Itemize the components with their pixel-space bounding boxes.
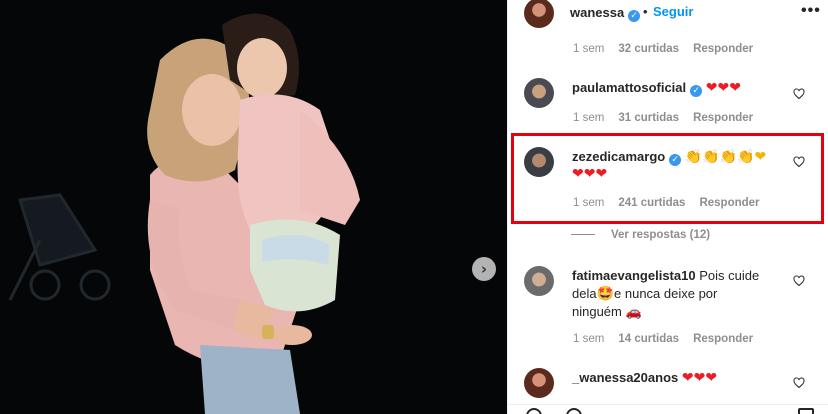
comment-time[interactable]: 1 sem: [573, 112, 604, 124]
reply-button[interactable]: Responder: [693, 43, 753, 55]
comment-body-line3: ninguém: [572, 304, 622, 319]
replies-divider: [571, 234, 595, 236]
view-replies-label: Ver respostas (12): [611, 229, 711, 241]
comment-time[interactable]: 1 sem: [573, 197, 604, 209]
comment-meta: 1 sem 31 curtidas Responder: [573, 112, 767, 124]
reply-button[interactable]: Responder: [693, 333, 753, 345]
commenter-avatar[interactable]: [524, 147, 554, 177]
like-post-icon[interactable]: [526, 408, 542, 414]
comment-body: 👏👏👏👏❤: [684, 149, 767, 165]
comment-body: ❤❤❤: [705, 80, 741, 96]
comment-body: ❤❤❤: [681, 370, 718, 386]
comment-time[interactable]: 1 sem: [573, 43, 604, 55]
comment-meta: 1 sem 14 curtidas Responder: [573, 333, 767, 345]
heart-icon[interactable]: [793, 156, 805, 168]
heart-icon[interactable]: [793, 275, 805, 287]
car-emoji: 🚗: [625, 305, 642, 320]
view-replies-button[interactable]: Ver respostas (12): [571, 229, 710, 241]
commenter-avatar[interactable]: [524, 78, 554, 108]
photo-illustration: [0, 0, 507, 414]
heart-icon[interactable]: [793, 377, 805, 389]
action-bar: [508, 404, 828, 414]
star-struck-emoji: 🤩: [596, 286, 615, 302]
comment-icon[interactable]: [566, 408, 582, 414]
author-avatar[interactable]: [524, 0, 554, 28]
comment-text: _wanessa20anos ❤❤❤: [572, 369, 717, 387]
comments-panel: wanessa ✓ • Seguir ••• 1 sem 32 curtidas Re…: [507, 0, 828, 414]
verified-icon: ✓: [690, 85, 703, 97]
follow-button[interactable]: Seguir: [653, 4, 693, 19]
commenter-username[interactable]: _wanessa20anos: [572, 370, 678, 385]
save-icon[interactable]: [798, 408, 814, 414]
verified-icon: ✓: [628, 10, 641, 22]
comment-time[interactable]: 1 sem: [573, 333, 604, 345]
reply-button[interactable]: Responder: [693, 112, 753, 124]
comment-meta: 1 sem 32 curtidas Responder: [573, 43, 767, 55]
post-photo: ›: [0, 0, 507, 414]
commenter-username[interactable]: zezedicamargo: [572, 149, 665, 164]
comment-likes[interactable]: 32 curtidas: [618, 43, 679, 55]
comment-meta: 1 sem 241 curtidas Responder: [573, 197, 774, 209]
comment-body-line2a: dela: [572, 286, 597, 301]
commenter-avatar[interactable]: [524, 368, 554, 398]
post-header: wanessa ✓ • Seguir •••: [508, 0, 828, 28]
comment-body-line2b: e nunca deixe por: [614, 286, 718, 301]
header-separator: •: [643, 4, 648, 19]
more-options-icon[interactable]: •••: [801, 2, 821, 20]
commenter-avatar[interactable]: [524, 266, 554, 296]
verified-icon: ✓: [669, 154, 682, 166]
comment-text: fatimaevangelista10 Pois cuide dela🤩e nu…: [572, 267, 782, 322]
comment-body-line2: ❤❤❤: [572, 166, 608, 182]
comment-text-line2: ❤❤❤: [572, 165, 607, 183]
comment-text: paulamattosoficial ✓ ❤❤❤: [572, 79, 741, 97]
comment-likes[interactable]: 14 curtidas: [618, 333, 679, 345]
author-username[interactable]: wanessa: [570, 5, 624, 20]
commenter-username[interactable]: paulamattosoficial: [572, 80, 686, 95]
commenter-username[interactable]: fatimaevangelista10: [572, 268, 696, 283]
chevron-right-icon: ›: [480, 259, 488, 278]
highlight-box: [511, 133, 824, 224]
comment-likes[interactable]: 241 curtidas: [618, 197, 685, 209]
heart-icon[interactable]: [793, 88, 805, 100]
comment-body: Pois cuide: [699, 268, 760, 283]
comment-likes[interactable]: 31 curtidas: [618, 112, 679, 124]
comment-text: zezedicamargo ✓ 👏👏👏👏❤: [572, 148, 766, 166]
next-photo-button[interactable]: ›: [472, 257, 496, 281]
reply-button[interactable]: Responder: [699, 197, 759, 209]
